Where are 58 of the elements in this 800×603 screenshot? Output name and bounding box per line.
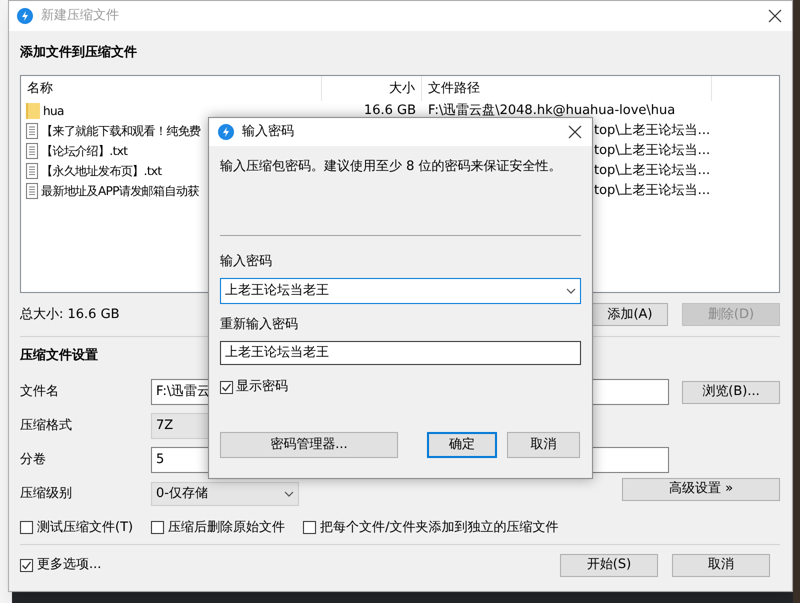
document-icon xyxy=(26,163,38,179)
total-size: 总大小: 16.6 GB xyxy=(20,306,120,324)
file-path: top\上老王论坛当... xyxy=(594,163,710,178)
file-path: F:\迅雷云盘\2048.hk@huahua-love\hua xyxy=(428,103,676,118)
file-name[interactable]: 【论坛介绍】.txt xyxy=(41,142,128,160)
close-icon[interactable] xyxy=(768,9,782,23)
file-name[interactable]: 【来了就能下载和观看！纯免费 xyxy=(41,122,201,140)
field-label: 分卷 xyxy=(20,451,47,470)
password-manager-button[interactable]: 密码管理器... xyxy=(220,432,398,458)
dialog-message: 输入压缩包密码。建议使用至少 8 位的密码来保证安全性。 xyxy=(220,159,562,174)
browse-button[interactable]: 浏览(B)... xyxy=(682,380,780,404)
option-label[interactable]: 把每个文件/文件夹添加到独立的压缩文件 xyxy=(320,518,558,538)
app-logo-icon xyxy=(218,124,234,140)
start-button[interactable]: 开始(S) xyxy=(560,554,658,576)
field-label: 输入密码 xyxy=(220,252,272,270)
checkbox[interactable] xyxy=(20,558,33,572)
folder-icon xyxy=(26,103,40,119)
field-label: 重新输入密码 xyxy=(220,316,298,334)
checkbox-label[interactable]: 显示密码 xyxy=(236,377,288,397)
document-icon xyxy=(26,183,38,199)
field-label: 压缩级别 xyxy=(20,485,73,504)
file-name[interactable]: hua xyxy=(43,102,64,120)
app-logo-icon xyxy=(17,8,33,24)
checkbox[interactable] xyxy=(151,521,164,534)
column-header[interactable]: 文件路径 xyxy=(422,76,712,101)
cancel-button[interactable]: 取消 xyxy=(672,554,770,576)
option-label[interactable]: 压缩后删除原始文件 xyxy=(168,518,286,538)
add-button[interactable]: 添加(A) xyxy=(592,303,668,326)
cancel-button[interactable]: 取消 xyxy=(507,432,580,458)
close-icon[interactable] xyxy=(568,125,582,139)
document-icon xyxy=(26,143,38,159)
field-label: 文件名 xyxy=(20,383,60,402)
level-select[interactable]: 0-仅存储 xyxy=(151,482,299,506)
file-path: top\上老王论坛当... xyxy=(594,123,710,138)
checkbox[interactable] xyxy=(303,521,316,534)
file-name[interactable]: 最新地址及APP请发邮箱自动获 xyxy=(41,182,199,200)
password-confirm-field[interactable]: 上老王论坛当老王 xyxy=(220,341,581,365)
section-heading: 添加文件到压缩文件 xyxy=(20,44,137,62)
column-header[interactable]: 名称 xyxy=(21,76,322,101)
section-heading: 压缩文件设置 xyxy=(20,346,98,366)
ok-button[interactable]: 确定 xyxy=(427,432,497,458)
file-path: top\上老王论坛当... xyxy=(594,183,710,198)
file-size: 16.6 GB xyxy=(364,102,416,120)
dialog-title: 输入密码 xyxy=(242,123,295,142)
option-label[interactable]: 更多选项... xyxy=(37,555,102,575)
file-path: top\上老王论坛当... xyxy=(594,143,710,158)
advanced-settings-button[interactable]: 高级设置 » xyxy=(622,478,780,500)
window-title: 新建压缩文件 xyxy=(41,7,120,26)
checkbox[interactable] xyxy=(220,380,233,394)
checkbox[interactable] xyxy=(20,521,33,534)
document-icon xyxy=(26,123,38,139)
option-label[interactable]: 测试压缩文件(T) xyxy=(37,518,134,538)
file-name[interactable]: 【永久地址发布页】.txt xyxy=(41,162,162,180)
chevron-down-icon xyxy=(284,491,294,497)
chevron-down-icon xyxy=(566,288,576,294)
password-combo-field[interactable]: 上老王论坛当老王 xyxy=(220,278,581,304)
field-label: 压缩格式 xyxy=(20,417,73,436)
column-header[interactable]: 大小 xyxy=(322,76,422,101)
